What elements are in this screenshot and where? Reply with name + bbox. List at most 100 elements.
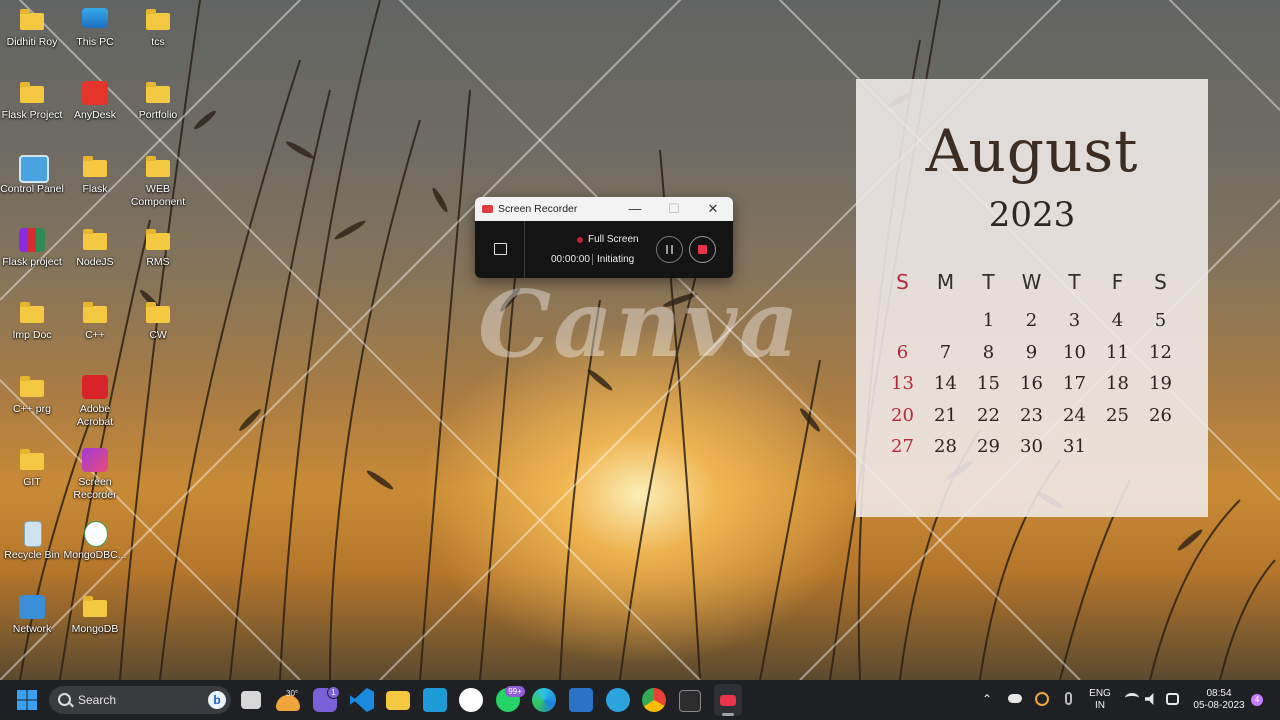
calendar-day: 4 [1111,310,1124,332]
capture-mode: Full Screen [588,234,639,245]
telegram-icon[interactable] [606,688,630,712]
start-icon[interactable] [15,688,39,712]
calendar-day: 7 [939,341,952,363]
weekday-label: T [982,270,995,294]
mongodb-compass-icon [84,521,108,547]
screen-recorder-icon [82,448,108,472]
calendar-day: 28 [934,436,957,458]
whatsapp-badge: 99+ [505,686,525,697]
desktop-icon-cpp[interactable]: C++ [63,301,127,342]
task-view-icon[interactable] [241,691,261,709]
folder-icon [146,302,170,323]
recording-status: Initiating [597,254,635,265]
vscode-icon[interactable] [350,688,374,712]
taskbar: Search b 30° 1 99+ ⌃ ENG IN 08:54 05-08-… [0,680,1280,720]
folder-icon [146,156,170,177]
calendar-week-row: 27 28 29 30 31 [881,431,1207,463]
calendar-grid: S M T W T F S 1 2 3 4 5 6 7 8 9 10 11 12… [881,259,1207,463]
desktop-icon-flask-project[interactable]: Flask Project [0,81,64,122]
winrar-icon [19,228,45,252]
calendar-day: 9 [1025,341,1038,363]
open-folder-button[interactable] [475,221,525,278]
desktop-icon-mongodb[interactable]: MongoDB [63,595,127,636]
desktop-icon-imp-doc[interactable]: Imp Doc [0,301,64,342]
folder-icon [494,243,507,255]
onedrive-icon[interactable] [1008,694,1022,703]
maximize-button: ☐ [668,201,680,216]
calendar-day: 21 [934,404,957,426]
folder-icon [83,302,107,323]
calendar-day: 29 [977,436,1000,458]
file-explorer-icon[interactable] [386,691,410,710]
clock-date: 05-08-2023 [1193,700,1245,711]
language-region: IN [1095,700,1105,711]
desktop-icon-web-component[interactable]: WEB Component [126,155,190,209]
desktop-icon-cw[interactable]: CW [126,301,190,342]
calendar-day: 16 [1020,373,1043,395]
recorder-title-bar[interactable]: Screen Recorder — ☐ ✕ [475,197,733,221]
close-button[interactable]: ✕ [695,197,731,221]
bing-icon[interactable]: b [208,691,226,709]
search-icon [58,693,71,706]
calendar-day: 27 [891,436,914,458]
search-input[interactable]: Search b [49,686,231,714]
desktop-icon-git[interactable]: GIT [0,448,64,489]
calendar-day: 17 [1063,373,1086,395]
folder-icon [83,229,107,250]
vmware-icon[interactable] [423,688,447,712]
minimize-button[interactable]: — [617,197,653,221]
terminal-icon[interactable] [679,690,701,712]
calendar-day: 22 [977,404,1000,426]
desktop-icon-portfolio[interactable]: Portfolio [126,81,190,122]
language-indicator[interactable]: ENG IN [1086,688,1114,712]
notification-badge[interactable]: 4 [1251,694,1263,706]
desktop-icon-control-panel[interactable]: Control Panel [0,155,64,196]
folder-icon [20,302,44,323]
screen-recorder-taskbar-button[interactable] [714,684,742,716]
anydesk-icon [82,81,108,105]
remote-desktop-icon[interactable] [569,688,593,712]
wifi-icon[interactable] [1125,693,1139,703]
desktop-icon-didhiti-roy[interactable]: Didhiti Roy [0,8,64,49]
microphone-icon[interactable] [1065,692,1072,705]
sync-icon[interactable] [1035,692,1049,706]
desktop-icon-this-pc[interactable]: This PC [63,8,127,49]
desktop-icon-network[interactable]: Network [0,595,64,636]
calendar-day: 19 [1149,373,1172,395]
chrome-icon[interactable] [642,688,666,712]
desktop-icon-recycle-bin[interactable]: Recycle Bin [0,521,64,562]
recording-timer: 00:00:00 [551,254,590,265]
desktop-icon-flask-project-archive[interactable]: Flask project [0,228,64,269]
calendar-week-row: 20 21 22 23 24 25 26 [881,400,1207,432]
pause-button[interactable] [656,236,683,263]
calendar-day: 2 [1025,310,1038,332]
edge-icon[interactable] [532,688,556,712]
desktop-icon-mongodb-compass[interactable]: MongoDBC... [63,521,127,562]
folder-icon [146,9,170,30]
word-icon[interactable] [459,688,483,712]
calendar-week-row: 6 7 8 9 10 11 12 [881,337,1207,369]
chevron-up-icon[interactable]: ⌃ [982,693,992,705]
calendar-week-row: 13 14 15 16 17 18 19 [881,368,1207,400]
desktop-icon-tcs[interactable]: tcs [126,8,190,49]
calendar-day: 23 [1020,404,1043,426]
volume-icon[interactable] [1145,693,1154,705]
desktop-icon-anydesk[interactable]: AnyDesk [63,81,127,122]
monitor-icon [82,8,108,28]
calendar-day: 8 [982,341,995,363]
desktop-icon-rms[interactable]: RMS [126,228,190,269]
calendar-month: August [925,117,1139,185]
desktop-icon-nodejs[interactable]: NodeJS [63,228,127,269]
calendar-day: 25 [1106,404,1129,426]
desktop-icon-screen-recorder[interactable]: Screen Recorder [63,448,127,502]
calendar-day: 30 [1020,436,1043,458]
calendar-day: 11 [1106,341,1129,363]
stop-button[interactable] [689,236,716,263]
desktop-icon-flask[interactable]: Flask [63,155,127,196]
clock[interactable]: 08:54 05-08-2023 [1188,688,1250,712]
screen-recorder-icon [720,695,736,706]
desktop-icon-cpp-prg[interactable]: C++ prg [0,375,64,416]
calendar-day: 13 [891,373,914,395]
battery-icon[interactable] [1166,693,1179,705]
desktop-icon-adobe-acrobat[interactable]: Adobe Acrobat [63,375,127,429]
